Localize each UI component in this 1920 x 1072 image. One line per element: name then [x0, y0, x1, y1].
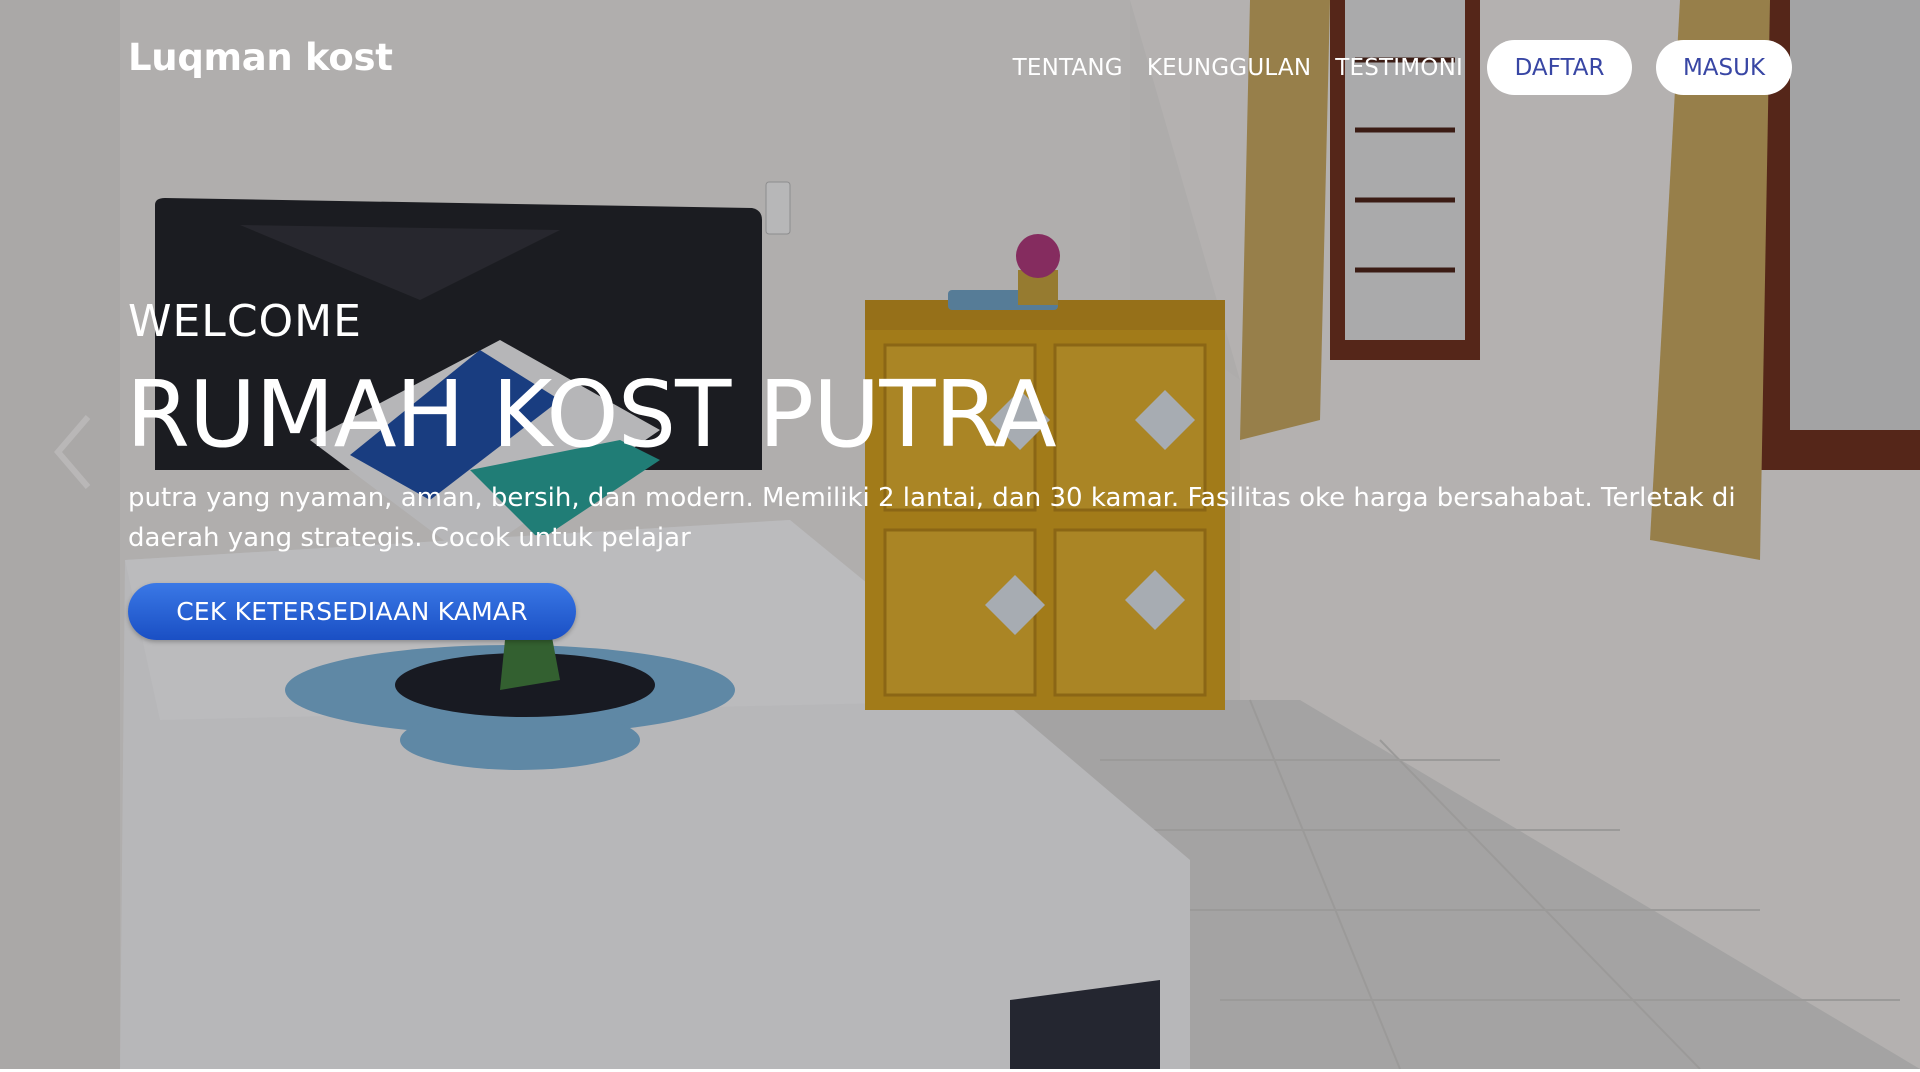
hero-eyebrow: WELCOME [128, 296, 362, 347]
main-nav: TENTANG KEUNGGULAN TESTIMONI DAFTAR MASU… [1013, 40, 1792, 95]
nav-link-keunggulan[interactable]: KEUNGGULAN [1147, 43, 1311, 93]
nav-link-tentang[interactable]: TENTANG [1013, 43, 1123, 93]
chevron-left-icon[interactable] [48, 412, 98, 492]
nav-link-testimoni[interactable]: TESTIMONI [1335, 43, 1463, 93]
login-button[interactable]: MASUK [1656, 40, 1792, 95]
brand-logo[interactable]: Luqman kost [128, 36, 393, 79]
check-availability-button[interactable]: CEK KETERSEDIAAN KAMAR [128, 583, 576, 640]
hero-section: Luqman kost TENTANG KEUNGGULAN TESTIMONI… [0, 0, 1920, 1069]
hero-description: putra yang nyaman, aman, bersih, dan mod… [128, 483, 1736, 553]
hero-title: RUMAH KOST PUTRA [126, 361, 1057, 468]
register-button[interactable]: DAFTAR [1487, 40, 1632, 95]
